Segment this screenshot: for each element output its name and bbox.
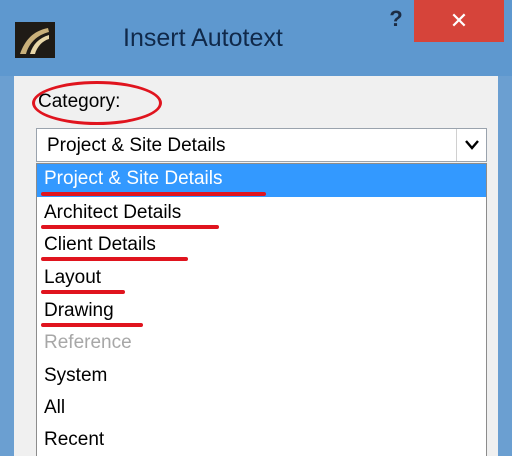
list-item[interactable]: System [37, 361, 486, 394]
list-item-label: Reference [44, 332, 132, 353]
annotation-underline [41, 192, 266, 196]
list-item-label: Architect Details [44, 202, 182, 223]
annotation-underline [41, 225, 219, 229]
list-item-label: System [44, 365, 108, 386]
list-item-label: Layout [44, 267, 102, 288]
list-item: Reference [37, 328, 486, 361]
list-item-label: Project & Site Details [44, 168, 223, 189]
insert-autotext-dialog: Insert Autotext ? ✕ Category: Project & … [0, 0, 512, 456]
annotation-circle [32, 81, 162, 125]
annotation-underline [41, 257, 188, 261]
chevron-down-icon[interactable] [456, 129, 486, 161]
archicad-logo-icon [15, 22, 55, 58]
category-options-list: Project & Site Details Architect Details… [36, 163, 487, 456]
list-item-label: Recent [44, 429, 105, 450]
category-dropdown[interactable]: Project & Site Details [36, 128, 487, 162]
help-button[interactable]: ? [376, 4, 416, 34]
category-selected-value: Project & Site Details [47, 135, 226, 156]
list-item[interactable]: All [37, 393, 486, 426]
list-item-label: All [44, 397, 66, 418]
close-button[interactable]: ✕ [414, 0, 504, 42]
dialog-title: Insert Autotext [123, 24, 283, 52]
close-icon: ✕ [449, 8, 469, 33]
list-item[interactable]: Recent [37, 425, 486, 458]
list-item-label: Client Details [44, 234, 156, 255]
annotation-underline [41, 323, 143, 327]
title-bar[interactable]: Insert Autotext ? ✕ [0, 0, 512, 76]
annotation-underline [41, 290, 125, 294]
list-item-label: Drawing [44, 300, 114, 321]
dialog-body: Category: Project & Site Details Project… [14, 76, 498, 456]
